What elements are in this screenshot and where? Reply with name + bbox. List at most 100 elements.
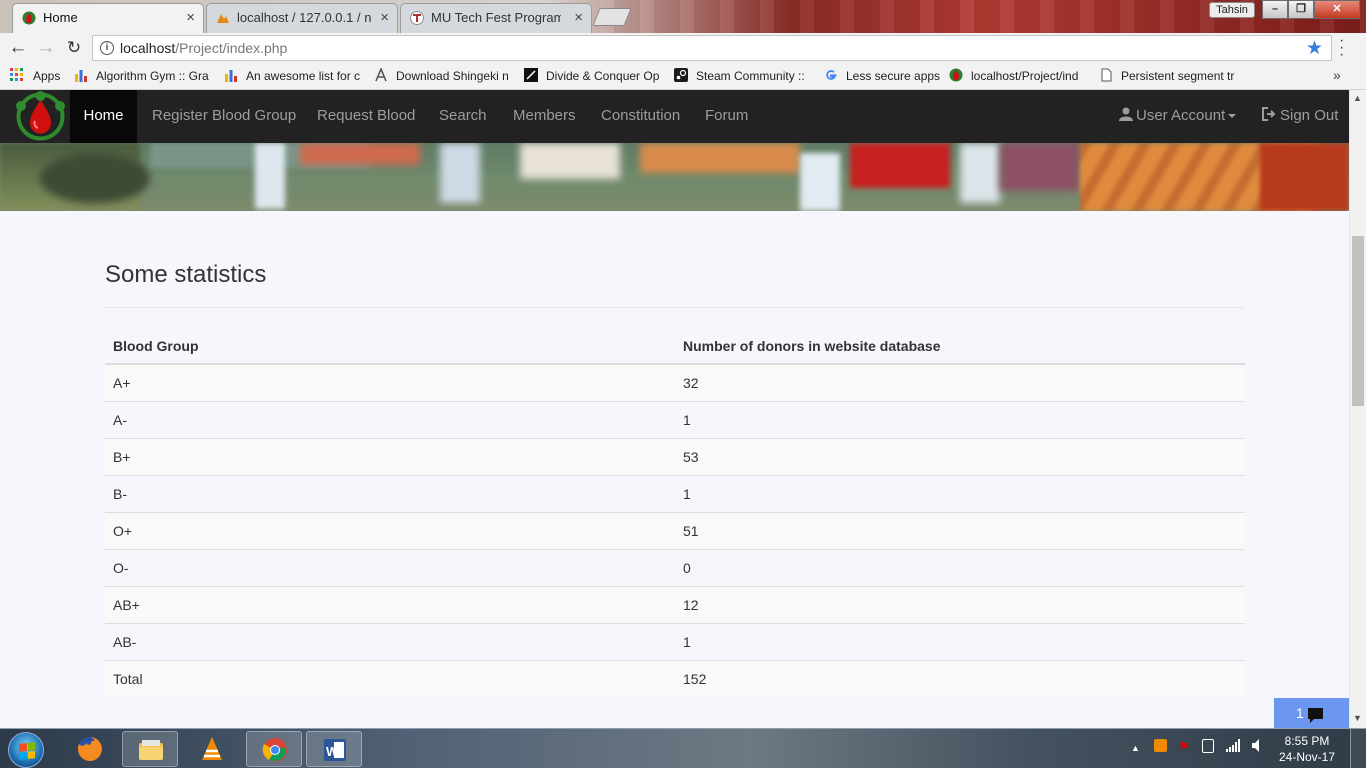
nav-members[interactable]: Members [513,90,576,143]
window-controls: – ❐ ✕ [1262,0,1360,19]
bookmark-awesome-list[interactable]: An awesome list for c [224,68,360,86]
donor-count-cell: 0 [675,548,1245,586]
start-button[interactable] [8,732,44,768]
profile-button[interactable]: Tahsin [1209,2,1255,18]
browser-menu-icon[interactable]: · · · [1339,33,1344,63]
donor-count-cell: 53 [675,437,1245,475]
new-tab-button[interactable] [592,8,632,26]
reload-icon[interactable]: ↻ [62,36,86,60]
chrome-icon [262,738,287,762]
donor-count-cell: 51 [675,511,1245,549]
table-row: AB+ 12 [105,585,1245,623]
user-account-dropdown[interactable]: User Account [1119,90,1237,143]
windows-logo-icon [19,742,35,760]
nav-home[interactable]: Home [70,90,137,143]
clock-date: 24-Nov-17 [1278,750,1336,764]
info-icon[interactable]: i [100,41,114,55]
browser-tab-home[interactable]: Home × [12,3,204,33]
bar-chart-icon [225,70,237,82]
taskbar-firefox[interactable] [62,731,118,767]
forward-arrow-icon[interactable]: → [34,36,58,60]
maximize-button[interactable]: ❐ [1288,0,1314,19]
bookmarks-overflow-icon[interactable]: » [1333,67,1341,83]
column-header: Number of donors in website database [675,328,1245,365]
table-row: O- 0 [105,548,1245,586]
bookmark-steam-community[interactable]: Steam Community :: [674,68,810,86]
codeforces-icon [524,68,538,82]
user-icon [1119,107,1133,121]
chat-count-badge: 1 [1296,705,1304,721]
nav-search[interactable]: Search [439,90,487,143]
taskbar-vlc[interactable] [184,731,240,767]
bookmark-persistent-segment[interactable]: Persistent segment tr [1099,68,1235,86]
site-logo[interactable] [14,91,67,142]
blood-group-cell: B- [105,474,675,512]
nav-register-blood-group[interactable]: Register Blood Group [152,90,296,143]
nav-constitution[interactable]: Constitution [601,90,680,143]
taskbar-word[interactable]: W [306,731,362,767]
browser-tab-phpmyadmin[interactable]: localhost / 127.0.0.1 / nir × [206,3,398,33]
bookmark-divide-conquer[interactable]: Divide & Conquer Op [524,68,660,86]
nav-forum[interactable]: Forum [705,90,748,143]
nav-sign-out[interactable]: Sign Out [1262,90,1338,143]
bookmark-star-icon[interactable]: ★ [1306,37,1323,60]
close-window-button[interactable]: ✕ [1314,0,1360,19]
caret-down-icon [1228,114,1237,119]
bookmarks-bar: Apps Algorithm Gym :: Gra An awesome lis… [0,63,1366,90]
donor-count-cell: 1 [675,474,1245,512]
close-icon[interactable]: × [380,4,389,32]
taskbar-file-explorer[interactable] [122,731,178,767]
tray-app-icon[interactable] [1154,739,1167,752]
network-signal-icon[interactable] [1226,739,1240,755]
table-row: B- 1 [105,474,1245,512]
bookmark-algorithm-gym[interactable]: Algorithm Gym :: Gra [74,68,209,86]
bookmark-less-secure-apps[interactable]: Less secure apps [824,68,940,86]
blood-group-cell: B+ [105,437,675,475]
taskbar-clock[interactable]: 8:55 PM 24-Nov-17 [1277,733,1337,765]
browser-tab-tech-fest[interactable]: MU Tech Fest Programm × [400,3,592,33]
taskbar-chrome[interactable] [246,731,302,767]
back-arrow-icon[interactable]: ← [6,36,30,60]
page-scrollbar[interactable]: ▲ ▼ [1349,90,1366,728]
browser-title-bar: Home × localhost / 127.0.0.1 / nir × MU … [0,0,1366,33]
apps-grid-icon [10,68,23,81]
scroll-down-icon[interactable]: ▼ [1353,713,1362,723]
table-row: O+ 51 [105,511,1245,549]
bookmark-download-shingeki[interactable]: Download Shingeki n [374,68,510,86]
blood-group-cell: O+ [105,511,675,549]
address-bar[interactable]: i localhost/Project/index.php ★ [92,35,1332,61]
action-center-icon[interactable]: ⚑ [1178,739,1190,755]
nav-request-blood[interactable]: Request Blood [317,90,415,143]
close-icon[interactable]: × [186,4,195,32]
steam-icon [674,68,688,82]
tab-title: Home [43,10,78,25]
bookmark-apps[interactable]: Apps [10,68,68,86]
scroll-up-icon[interactable]: ▲ [1353,93,1362,103]
column-header: Blood Group [105,328,675,365]
tray-expand-icon[interactable]: ▲ [1131,743,1140,753]
volume-icon[interactable] [1252,739,1262,755]
page-icon [1101,68,1112,82]
blood-group-stats-table: Blood Group Number of donors in website … [105,328,1245,697]
table-row: A- 1 [105,400,1245,438]
total-count-cell: 152 [675,659,1245,697]
vlc-icon [202,737,222,760]
sign-out-icon [1262,107,1276,121]
blood-group-cell: O- [105,548,675,586]
bookmark-localhost-project[interactable]: localhost/Project/ind [949,68,1085,86]
show-desktop-button[interactable] [1350,729,1366,768]
google-icon [826,70,837,80]
blood-drop-icon [22,11,36,25]
minimize-button[interactable]: – [1262,0,1288,19]
blood-drop-icon [949,68,963,82]
bar-chart-icon [75,70,87,82]
close-icon[interactable]: × [574,4,583,32]
firefox-icon [77,737,102,761]
chat-widget-button[interactable]: 1 [1274,698,1349,728]
tab-title: localhost / 127.0.0.1 / nir [237,10,371,25]
blood-group-cell: AB- [105,622,675,660]
power-icon[interactable] [1202,739,1214,753]
scrollbar-thumb[interactable] [1352,236,1364,406]
clock-time: 8:55 PM [1284,734,1330,748]
hero-banner-image [0,143,1349,211]
